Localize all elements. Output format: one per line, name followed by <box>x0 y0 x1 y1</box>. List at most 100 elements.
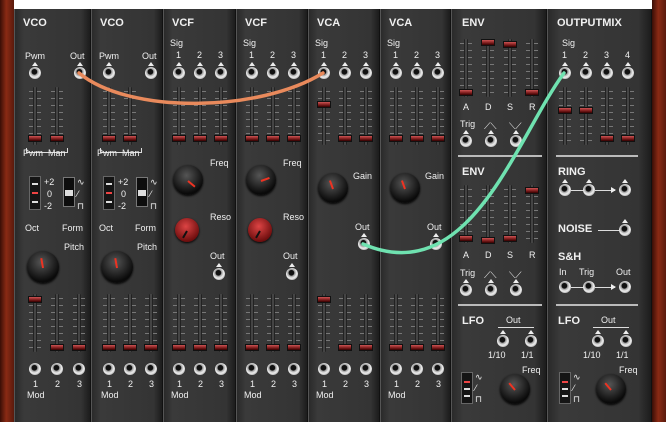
pwm-input-jack[interactable] <box>103 67 115 79</box>
mix-level-slider-2[interactable] <box>579 87 593 145</box>
lfo-out-jack-slow[interactable] <box>592 335 604 347</box>
sig-level-slider-3[interactable] <box>359 87 373 145</box>
mod-input-jack-3[interactable] <box>360 363 372 375</box>
manual-pw-slider[interactable] <box>50 87 64 145</box>
mod-input-jack-2[interactable] <box>194 363 206 375</box>
sig-input-jack-2[interactable] <box>267 67 279 79</box>
sig-level-slider-1[interactable] <box>245 87 259 145</box>
mod-input-jack-3[interactable] <box>215 363 227 375</box>
sig-level-slider-1[interactable] <box>172 87 186 145</box>
sig-input-jack-3[interactable] <box>288 67 300 79</box>
sig-level-slider-2[interactable] <box>266 87 280 145</box>
env1-release-slider[interactable] <box>525 39 539 97</box>
env2-out-jack[interactable] <box>485 284 497 296</box>
lfo-out-jack-slow[interactable] <box>497 335 509 347</box>
sig-level-slider-2[interactable] <box>338 87 352 145</box>
sig-level-slider-3[interactable] <box>214 87 228 145</box>
ring-input-jack-2[interactable] <box>583 184 595 196</box>
mod-slider-3[interactable] <box>214 294 228 352</box>
sig-level-slider-1[interactable] <box>317 87 331 145</box>
env2-attack-slider[interactable] <box>459 185 473 243</box>
mod-slider-3[interactable] <box>359 294 373 352</box>
mix-input-jack-2[interactable] <box>580 67 592 79</box>
sig-input-jack-2[interactable] <box>339 67 351 79</box>
mod-slider-2[interactable] <box>123 294 137 352</box>
resonance-knob[interactable] <box>248 218 272 242</box>
waveform-switch[interactable] <box>136 177 148 207</box>
env1-sustain-slider[interactable] <box>503 39 517 97</box>
noise-out-jack[interactable] <box>619 224 631 236</box>
cutoff-freq-knob[interactable] <box>173 165 203 195</box>
mod-input-jack-2[interactable] <box>124 363 136 375</box>
mod-slider-3[interactable] <box>287 294 301 352</box>
mod-input-jack-1[interactable] <box>29 363 41 375</box>
mod-input-jack-2[interactable] <box>267 363 279 375</box>
mod-slider-2[interactable] <box>338 294 352 352</box>
mix-input-jack-3[interactable] <box>601 67 613 79</box>
sig-input-jack-1[interactable] <box>246 67 258 79</box>
env1-trig-jack[interactable] <box>460 135 472 147</box>
waveform-switch[interactable] <box>63 177 75 207</box>
env1-out-jack[interactable] <box>485 135 497 147</box>
sig-input-jack-2[interactable] <box>411 67 423 79</box>
env2-sustain-slider[interactable] <box>503 185 517 243</box>
pitch-knob[interactable] <box>27 251 59 283</box>
ring-input-jack-1[interactable] <box>559 184 571 196</box>
env2-release-slider[interactable] <box>525 185 539 243</box>
vcf-out-jack[interactable] <box>213 268 225 280</box>
vca-out-jack[interactable] <box>358 238 370 250</box>
mod-input-jack-3[interactable] <box>145 363 157 375</box>
mod-input-jack-1[interactable] <box>390 363 402 375</box>
env2-inv-out-jack[interactable] <box>510 284 522 296</box>
sig-level-slider-2[interactable] <box>410 87 424 145</box>
mod-slider-1[interactable] <box>317 294 331 352</box>
vco-out-jack[interactable] <box>74 67 86 79</box>
lfo-wave-switch[interactable] <box>461 372 473 404</box>
sh-input-jack[interactable] <box>559 281 571 293</box>
lfo-out-jack-fast[interactable] <box>620 335 632 347</box>
cutoff-freq-knob[interactable] <box>246 165 276 195</box>
mod-slider-3[interactable] <box>144 294 158 352</box>
mod-input-jack-2[interactable] <box>51 363 63 375</box>
mod-input-jack-1[interactable] <box>246 363 258 375</box>
octave-switch[interactable] <box>29 176 41 210</box>
env1-decay-slider[interactable] <box>481 39 495 97</box>
sig-level-slider-3[interactable] <box>287 87 301 145</box>
sig-input-jack-3[interactable] <box>360 67 372 79</box>
lfo-freq-knob[interactable] <box>596 374 626 404</box>
sig-level-slider-3[interactable] <box>431 87 445 145</box>
gain-knob[interactable] <box>318 173 348 203</box>
sh-out-jack[interactable] <box>619 281 631 293</box>
mix-level-slider-3[interactable] <box>600 87 614 145</box>
mod-slider-3[interactable] <box>72 294 86 352</box>
gain-knob[interactable] <box>390 173 420 203</box>
mix-input-jack-1[interactable] <box>559 67 571 79</box>
manual-pw-slider[interactable] <box>123 87 137 145</box>
vca-out-jack[interactable] <box>430 238 442 250</box>
env2-trig-jack[interactable] <box>460 284 472 296</box>
lfo-freq-knob[interactable] <box>500 374 530 404</box>
pwm-input-jack[interactable] <box>29 67 41 79</box>
mod-slider-2[interactable] <box>193 294 207 352</box>
mod-input-jack-3[interactable] <box>432 363 444 375</box>
mix-level-slider-4[interactable] <box>621 87 635 145</box>
sig-level-slider-2[interactable] <box>193 87 207 145</box>
mod-input-jack-1[interactable] <box>318 363 330 375</box>
mod-slider-2[interactable] <box>410 294 424 352</box>
env2-decay-slider[interactable] <box>481 185 495 244</box>
pitch-knob[interactable] <box>101 251 133 283</box>
mod-input-jack-1[interactable] <box>173 363 185 375</box>
mod-input-jack-2[interactable] <box>339 363 351 375</box>
mod-slider-1[interactable] <box>245 294 259 352</box>
ring-out-jack[interactable] <box>619 184 631 196</box>
sh-trig-jack[interactable] <box>583 281 595 293</box>
vcf-out-jack[interactable] <box>286 268 298 280</box>
env1-attack-slider[interactable] <box>459 39 473 97</box>
resonance-knob[interactable] <box>175 218 199 242</box>
lfo-out-jack-fast[interactable] <box>525 335 537 347</box>
mod-slider-3[interactable] <box>431 294 445 352</box>
mod-slider-2[interactable] <box>266 294 280 352</box>
lfo-wave-switch[interactable] <box>559 372 571 404</box>
mod-input-jack-3[interactable] <box>288 363 300 375</box>
sig-input-jack-1[interactable] <box>390 67 402 79</box>
